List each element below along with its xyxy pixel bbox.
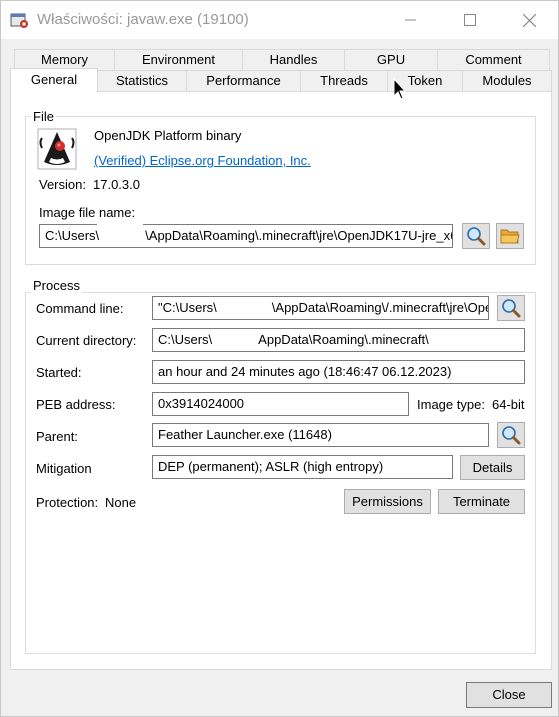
current-directory-label: Current directory: [36, 333, 137, 348]
title-bar[interactable]: Właściwości: javaw.exe (19100) [1, 1, 558, 39]
cursor-icon [393, 78, 407, 100]
properties-window: Właściwości: javaw.exe (19100) Memory En… [0, 0, 559, 717]
magnifier-icon [467, 227, 486, 246]
version-value: 17.0.3.0 [93, 177, 140, 192]
tab-comment[interactable]: Comment [437, 49, 550, 71]
command-line-field[interactable]: "C:\Users\ \AppData\Roaming\/.minecraft\j… [152, 296, 489, 320]
folder-icon [500, 229, 520, 244]
tab-general[interactable]: General [10, 68, 98, 93]
current-directory-part-a: C:\Users\ [158, 332, 213, 347]
process-icon [10, 13, 28, 28]
tab-performance[interactable]: Performance [186, 70, 301, 92]
process-group-label: Process [31, 278, 82, 293]
permissions-button[interactable]: Permissions [344, 489, 431, 514]
image-path-part-a: C:\Users\ [45, 228, 100, 243]
parent-field[interactable]: Feather Launcher.exe (11648) [152, 423, 489, 447]
version-label: Version: [39, 177, 86, 192]
started-label: Started: [36, 365, 82, 380]
tab-environment[interactable]: Environment [114, 49, 243, 71]
redaction-strip [97, 220, 143, 226]
tab-modules[interactable]: Modules [462, 70, 552, 92]
close-button[interactable]: Close [466, 682, 552, 708]
tab-handles[interactable]: Handles [242, 49, 345, 71]
image-type-label: Image type: [417, 397, 485, 412]
current-directory-part-b: AppData\Roaming\.minecraft\ [258, 332, 429, 347]
current-directory-field[interactable]: C:\Users\ AppData\Roaming\.minecraft\ [152, 328, 525, 352]
file-group-label: File [31, 109, 56, 124]
image-file-name-field[interactable]: C:\Users\ \AppData\Roaming\.minecraft\jre… [39, 224, 453, 248]
window-title: Właściwości: javaw.exe (19100) [37, 11, 249, 28]
minimize-button[interactable] [388, 1, 434, 39]
search-image-button[interactable] [462, 223, 490, 249]
tab-threads[interactable]: Threads [300, 70, 388, 92]
tab-gpu[interactable]: GPU [344, 49, 438, 71]
file-description: OpenJDK Platform binary [94, 128, 242, 143]
command-line-part-a: "C:\Users\ [158, 300, 217, 315]
parent-label: Parent: [36, 429, 78, 444]
mitigation-label: Mitigation [36, 461, 92, 476]
mitigation-field[interactable]: DEP (permanent); ASLR (high entropy) [152, 455, 453, 479]
started-field[interactable]: an hour and 24 minutes ago (18:46:47 06.… [152, 360, 525, 384]
image-type-value: 64-bit [492, 397, 525, 412]
minimize-icon [405, 19, 416, 21]
peb-address-field[interactable]: 0x3914024000 [152, 392, 409, 416]
general-panel: File OpenJDK Platform binary (Verified) … [10, 91, 552, 670]
details-button[interactable]: Details [460, 455, 525, 480]
protection-value: None [105, 495, 137, 510]
maximize-icon [464, 14, 476, 26]
image-path-part-b: \AppData\Roaming\.minecraft\jre\OpenJDK1… [145, 228, 453, 243]
magnifier-icon [502, 299, 521, 318]
magnifier-icon [502, 426, 521, 445]
open-folder-button[interactable] [496, 223, 524, 249]
command-line-part-b: \AppData\Roaming\/.minecraft\jre\Open [271, 300, 489, 315]
java-duke-icon [37, 128, 77, 170]
protection-label: Protection: [36, 495, 99, 510]
image-file-name-label: Image file name: [39, 205, 136, 220]
close-window-button[interactable] [506, 1, 552, 39]
verified-signer-link[interactable]: (Verified) Eclipse.org Foundation, Inc. [94, 153, 311, 168]
tab-statistics[interactable]: Statistics [97, 70, 187, 92]
search-command-line-button[interactable] [497, 295, 525, 321]
peb-address-label: PEB address: [36, 397, 116, 412]
maximize-button[interactable] [447, 1, 493, 39]
close-icon [522, 13, 536, 27]
search-parent-button[interactable] [497, 422, 525, 448]
command-line-label: Command line: [36, 301, 124, 316]
terminate-button[interactable]: Terminate [438, 489, 525, 514]
